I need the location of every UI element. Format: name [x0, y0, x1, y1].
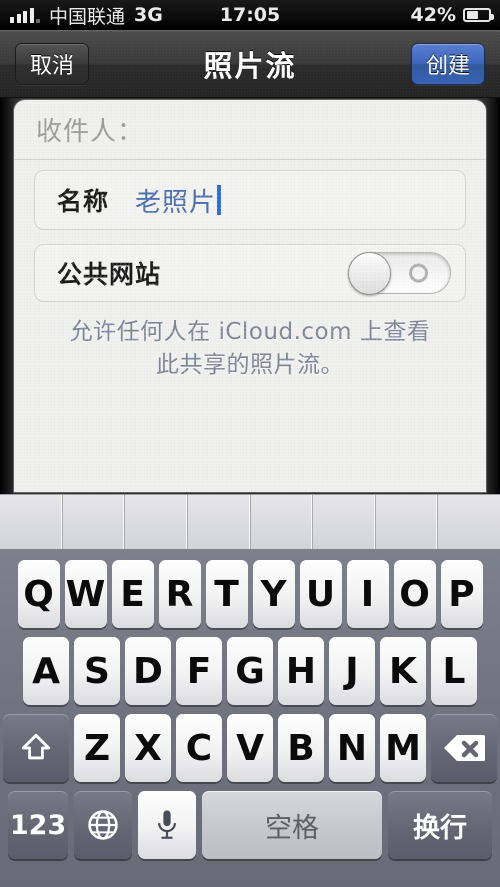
network-type-label: 3G [134, 4, 163, 26]
keyboard-row-2: A S D F G H J K L [0, 637, 500, 705]
create-button[interactable]: 创建 [410, 42, 485, 85]
suggestion-cell[interactable] [438, 495, 500, 549]
space-key[interactable]: 空格 [202, 791, 382, 859]
numeric-keyboard-key[interactable]: 123 [8, 791, 68, 859]
recipients-row[interactable]: 收件人： [14, 100, 486, 160]
key-t[interactable]: T [205, 560, 248, 628]
keyboard-suggestion-bar [0, 494, 500, 550]
recipients-label: 收件人： [36, 117, 145, 147]
key-i[interactable]: I [346, 560, 389, 628]
key-h[interactable]: H [278, 637, 324, 705]
microphone-icon [152, 808, 182, 842]
key-u[interactable]: U [299, 560, 342, 628]
public-site-label: 公共网站 [57, 260, 162, 289]
key-a[interactable]: A [23, 637, 69, 705]
signal-bars-icon [10, 7, 40, 23]
key-f[interactable]: F [176, 637, 222, 705]
key-c[interactable]: C [176, 714, 222, 782]
key-w[interactable]: W [64, 560, 107, 628]
keyboard-row-4: 123 空格 换行 [0, 791, 500, 859]
battery-icon [463, 8, 494, 22]
form-panel-background: 收件人： 名称 老照片 公共网站 允许任何人在 iCloud.com 上查看此共… [0, 98, 500, 494]
dictation-key[interactable] [138, 791, 196, 859]
status-bar-right: 42% [411, 4, 500, 26]
suggestion-cell[interactable] [188, 495, 251, 549]
text-cursor [217, 185, 222, 215]
name-field-row: 名称 老照片 [14, 160, 486, 230]
key-j[interactable]: J [329, 637, 375, 705]
key-m[interactable]: M [380, 714, 426, 782]
public-site-row: 公共网站 [14, 230, 486, 302]
public-site-box: 公共网站 [34, 244, 466, 302]
public-site-toggle[interactable] [348, 252, 451, 295]
suggestion-cell[interactable] [63, 495, 126, 549]
suggestion-cell[interactable] [376, 495, 439, 549]
key-b[interactable]: B [278, 714, 324, 782]
photo-stream-form-card: 收件人： 名称 老照片 公共网站 允许任何人在 iCloud.com 上查看此共… [14, 100, 486, 492]
toggle-off-indicator-icon [409, 263, 428, 283]
key-s[interactable]: S [74, 637, 120, 705]
key-r[interactable]: R [158, 560, 201, 628]
carrier-label: 中国联通 [49, 5, 126, 28]
return-key[interactable]: 换行 [388, 791, 492, 859]
cancel-button[interactable]: 取消 [15, 42, 90, 85]
name-input[interactable]: 名称 老照片 [34, 170, 466, 230]
key-z[interactable]: Z [74, 714, 120, 782]
keyboard-row-1: Q W E R T Y U I O P [0, 560, 500, 628]
key-o[interactable]: O [393, 560, 436, 628]
key-e[interactable]: E [111, 560, 154, 628]
globe-language-icon [86, 808, 120, 842]
shift-key[interactable] [3, 714, 69, 782]
navigation-bar: 取消 照片流 创建 [0, 30, 500, 98]
suggestion-cell[interactable] [0, 495, 63, 549]
key-l[interactable]: L [431, 637, 477, 705]
phone-screen: 中国联通 3G 17:05 42% 取消 照片流 创建 收件人： 名称 老照片 [0, 0, 500, 887]
key-d[interactable]: D [125, 637, 171, 705]
key-y[interactable]: Y [252, 560, 295, 628]
name-value: 老照片 [135, 182, 222, 219]
onscreen-keyboard: Q W E R T Y U I O P A S D F G H J K L Z … [0, 550, 500, 887]
key-n[interactable]: N [329, 714, 375, 782]
key-x[interactable]: X [125, 714, 171, 782]
suggestion-cell[interactable] [313, 495, 376, 549]
key-k[interactable]: K [380, 637, 426, 705]
battery-percent-label: 42% [410, 4, 456, 26]
key-v[interactable]: V [227, 714, 273, 782]
suggestion-cell[interactable] [251, 495, 314, 549]
backspace-delete-icon [443, 733, 485, 763]
shift-arrow-icon [19, 731, 53, 765]
keyboard-row-3: Z X C V B N M [0, 714, 500, 782]
name-label: 名称 [57, 187, 110, 216]
suggestion-cell[interactable] [125, 495, 188, 549]
globe-language-key[interactable] [74, 791, 132, 859]
key-q[interactable]: Q [17, 560, 60, 628]
key-g[interactable]: G [227, 637, 273, 705]
public-site-footnote: 允许任何人在 iCloud.com 上查看此共享的照片流。 [69, 319, 431, 378]
name-value-text: 老照片 [135, 187, 217, 218]
toggle-knob[interactable] [348, 252, 391, 295]
status-bar-left: 中国联通 3G [0, 2, 163, 29]
backspace-key[interactable] [431, 714, 497, 782]
status-bar: 中国联通 3G 17:05 42% [0, 0, 500, 30]
key-p[interactable]: P [440, 560, 483, 628]
